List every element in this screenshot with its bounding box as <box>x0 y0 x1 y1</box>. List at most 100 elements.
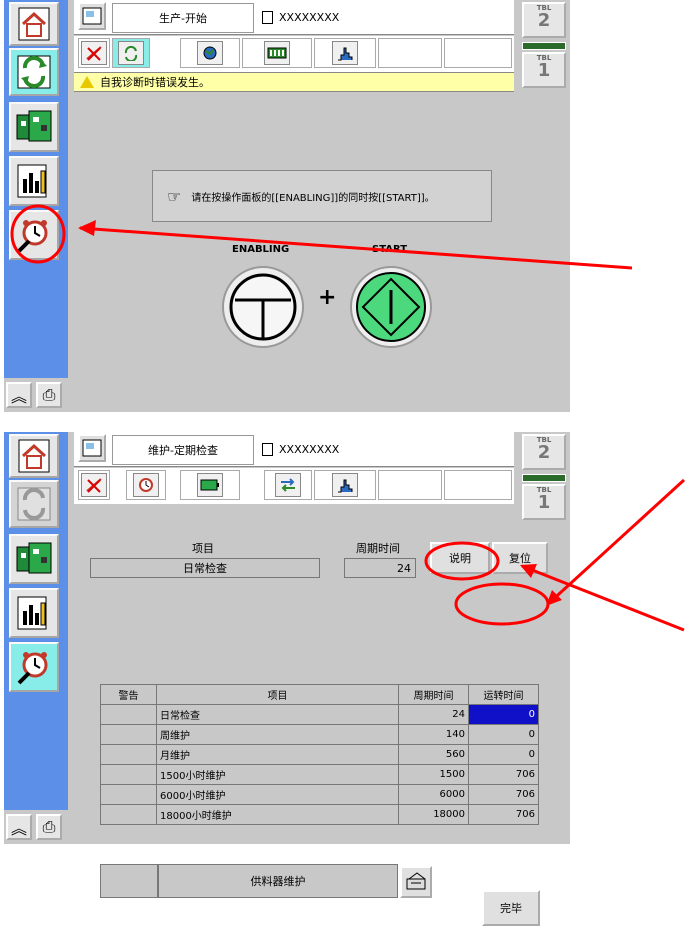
printer-icon[interactable]: ⎙ <box>36 814 62 840</box>
production-button[interactable] <box>9 480 59 528</box>
cell-item: 1500小时维护 <box>156 764 399 785</box>
sidebar: ︽ ⎙ <box>4 0 68 412</box>
chart-icon <box>17 164 47 198</box>
feeder-icon <box>264 41 290 65</box>
cell-warning <box>100 724 157 745</box>
cell-warning <box>100 744 157 765</box>
cell-runtime[interactable]: 706 <box>468 764 539 785</box>
program-label: XXXXXXXX <box>279 10 340 24</box>
tool-feeder-button[interactable] <box>242 38 312 68</box>
screen-icon <box>78 434 106 462</box>
cell-runtime[interactable]: 0 <box>468 704 539 725</box>
table-row[interactable]: 周维护 140 0 <box>100 724 539 745</box>
explain-button[interactable]: 说明 <box>430 542 490 574</box>
alarm-clock-wrench-icon <box>17 220 48 253</box>
tbl-number: 2 <box>537 442 551 463</box>
production-icon <box>17 55 51 89</box>
tool-battery-button[interactable] <box>180 470 240 500</box>
tool-transfer-button[interactable] <box>264 470 312 500</box>
printer-icon[interactable]: ⎙ <box>36 382 62 408</box>
feeder-blank-cell <box>100 864 158 898</box>
tbl1-button[interactable]: TBL 1 <box>522 484 566 520</box>
maintenance-button[interactable] <box>9 210 59 260</box>
sidebar: ︽ ⎙ <box>4 432 68 844</box>
home-button[interactable] <box>9 434 59 478</box>
warning-icon <box>80 76 94 88</box>
board-button[interactable] <box>9 534 59 584</box>
sidebar-bottom: ︽ ⎙ <box>4 810 68 844</box>
col-cycle: 周期时间 <box>398 684 469 705</box>
double-chevron-up-icon[interactable]: ︽ <box>6 382 32 408</box>
tbl2-button[interactable]: TBL 2 <box>522 2 566 38</box>
tbl-number: 2 <box>537 10 551 31</box>
cell-item: 周维护 <box>156 724 399 745</box>
tool-disabled-button[interactable] <box>78 470 110 500</box>
start-label: START <box>372 244 408 255</box>
tbl1-button[interactable]: TBL 1 <box>522 52 566 88</box>
tool-histogram-button[interactable] <box>314 38 376 68</box>
tbl-number: 1 <box>537 60 551 81</box>
status-bar: 自我诊断时错误发生。 <box>74 72 514 92</box>
chart-button[interactable] <box>9 588 59 638</box>
tbl-indicator <box>522 42 566 50</box>
table-row[interactable]: 日常检查 24 0 <box>100 704 539 725</box>
finish-button[interactable]: 完毕 <box>482 890 540 926</box>
tool-empty-button-2[interactable] <box>444 38 512 68</box>
tool-empty-button-2[interactable] <box>444 470 512 500</box>
tbl-number: 1 <box>537 492 551 513</box>
plus-sign: + <box>318 285 337 310</box>
histogram-icon <box>332 473 358 497</box>
cell-cycle: 1500 <box>398 764 469 785</box>
table-row[interactable]: 1500小时维护 1500 706 <box>100 764 539 785</box>
table-row[interactable]: 18000小时维护 18000 706 <box>100 804 539 825</box>
tool-maintenance-button[interactable] <box>126 470 166 500</box>
tool-histogram-button[interactable] <box>314 470 376 500</box>
tool-disabled-button[interactable] <box>78 38 110 68</box>
tbl2-button[interactable]: TBL 2 <box>522 434 566 470</box>
item-header: 项目 <box>192 542 214 555</box>
cell-runtime[interactable]: 0 <box>468 724 539 745</box>
tool-globe-button[interactable] <box>180 38 240 68</box>
title-bar: 维护-定期检查 XXXXXXXX <box>74 432 514 467</box>
title-bar: 生产-开始 XXXXXXXX <box>74 0 514 35</box>
feeder-maintenance-label: 供料器维护 <box>158 864 398 898</box>
tool-empty-button[interactable] <box>378 38 442 68</box>
cycle-header: 周期时间 <box>356 542 400 555</box>
feeder-icon-button[interactable] <box>400 866 432 898</box>
screen-title: 维护-定期检查 <box>112 435 254 465</box>
cell-warning <box>100 704 157 725</box>
production-button[interactable] <box>9 48 59 96</box>
board-icon <box>16 110 52 142</box>
cell-cycle: 18000 <box>398 804 469 825</box>
cell-runtime[interactable]: 706 <box>468 784 539 805</box>
cell-warning <box>100 764 157 785</box>
maintenance-button[interactable] <box>9 642 59 692</box>
production-icon <box>118 41 144 65</box>
home-icon <box>18 439 50 473</box>
col-runtime: 运转时间 <box>468 684 539 705</box>
program-name: XXXXXXXX <box>256 3 510 31</box>
table-row[interactable]: 月维护 560 0 <box>100 744 539 765</box>
tool-production-button[interactable] <box>112 38 150 68</box>
tool-empty-button[interactable] <box>378 470 442 500</box>
chart-button[interactable] <box>9 156 59 206</box>
cell-runtime[interactable]: 706 <box>468 804 539 825</box>
inspection-panel: 项目 周期时间 日常检查 24 说明 复位 警告 项目 周期时间 运转时间 日常… <box>78 526 568 926</box>
enabling-button-icon <box>222 266 304 348</box>
double-chevron-up-icon[interactable]: ︽ <box>6 814 32 840</box>
instruction-box: ☞ 请在按操作面板的[[ENABLING]]的同时按[[START]]。 <box>152 170 492 222</box>
main-area: 维护-定期检查 XXXXXXXX TBL 2 TBL 1 项目 周期时间 日常检查 … <box>74 432 570 926</box>
cell-item: 月维护 <box>156 744 399 765</box>
cell-runtime[interactable]: 0 <box>468 744 539 765</box>
home-button[interactable] <box>9 2 59 46</box>
enabling-label: ENABLING <box>232 244 290 255</box>
selected-item-field: 日常检查 <box>90 558 320 578</box>
toolbar <box>74 468 514 504</box>
production-start-screen: ︽ ⎙ 生产-开始 XXXXXXXX 自我诊断时错误发生。 TBL 2 TBL 1 … <box>4 0 570 412</box>
board-button[interactable] <box>9 102 59 152</box>
home-icon <box>18 7 50 41</box>
feeder-tool-icon <box>406 872 426 890</box>
cell-cycle: 140 <box>398 724 469 745</box>
reset-button[interactable]: 复位 <box>492 542 548 574</box>
table-row[interactable]: 6000小时维护 6000 706 <box>100 784 539 805</box>
